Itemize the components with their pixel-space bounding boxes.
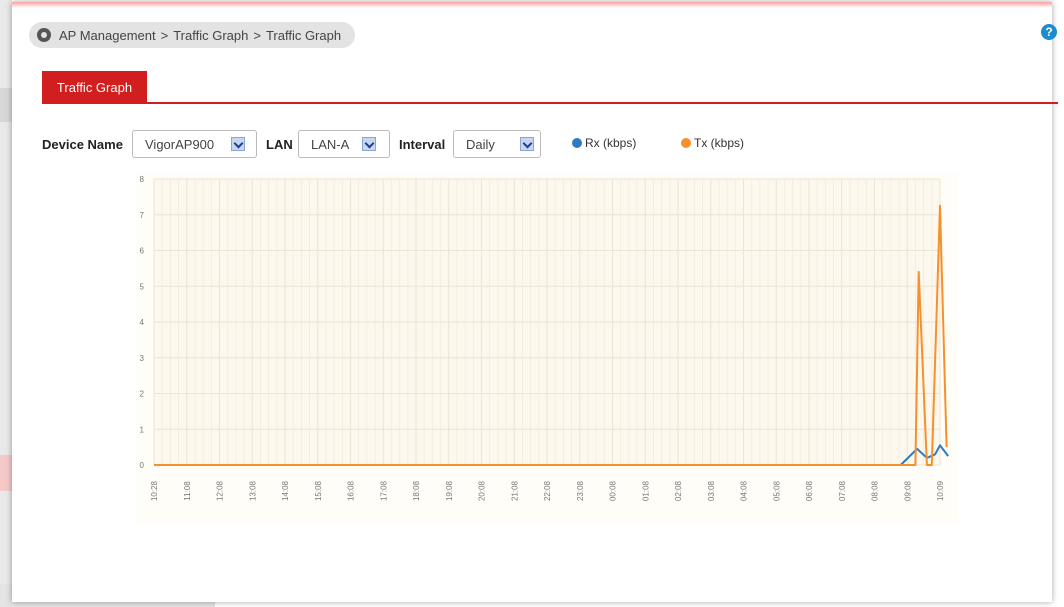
x-tick-label: 16:08 bbox=[347, 480, 356, 501]
y-tick-label: 0 bbox=[140, 461, 145, 470]
x-tick-label: 09:08 bbox=[903, 480, 912, 501]
y-tick-label: 1 bbox=[140, 425, 145, 434]
x-tick-label: 22:08 bbox=[543, 480, 552, 501]
x-tick-label: 15:08 bbox=[314, 480, 323, 501]
x-tick-label: 18:08 bbox=[412, 480, 421, 501]
background-band-highlight bbox=[0, 455, 12, 491]
x-tick-label: 23:08 bbox=[576, 480, 585, 501]
x-tick-label: 10:09 bbox=[936, 480, 945, 501]
y-tick-label: 6 bbox=[140, 247, 145, 256]
x-tick-label: 14:08 bbox=[281, 480, 290, 501]
background-sidebar bbox=[0, 0, 12, 607]
traffic-graph-panel: AP Management > Traffic Graph > Traffic … bbox=[12, 2, 1058, 602]
x-tick-label: 12:08 bbox=[216, 480, 225, 501]
y-tick-label: 3 bbox=[140, 354, 145, 363]
x-tick-label: 05:08 bbox=[772, 480, 781, 501]
x-tick-label: 11:08 bbox=[183, 481, 192, 501]
y-tick-label: 7 bbox=[140, 211, 145, 220]
x-tick-label: 07:08 bbox=[838, 480, 847, 501]
x-tick-label: 21:08 bbox=[510, 480, 519, 501]
y-tick-label: 4 bbox=[140, 318, 145, 327]
x-tick-label: 17:08 bbox=[379, 480, 388, 501]
x-tick-label: 19:08 bbox=[445, 480, 454, 501]
x-tick-label: 00:08 bbox=[609, 480, 618, 501]
x-tick-label: 13:08 bbox=[248, 480, 257, 501]
y-tick-label: 8 bbox=[140, 175, 145, 184]
background-band bbox=[0, 88, 12, 122]
x-tick-label: 08:08 bbox=[871, 480, 880, 501]
x-tick-label: 03:08 bbox=[707, 480, 716, 501]
x-tick-label: 01:08 bbox=[641, 480, 650, 501]
x-tick-label: 06:08 bbox=[805, 480, 814, 501]
traffic-line-chart: 0 1 2 3 4 5 6 7 8 10:28 11:08 12:08 13:08 14:08 15:08 1… bbox=[136, 173, 958, 523]
x-tick-label: 04:08 bbox=[740, 480, 749, 501]
x-tick-label: 02:08 bbox=[674, 480, 683, 501]
y-tick-label: 2 bbox=[140, 390, 145, 399]
x-tick-label: 20:08 bbox=[478, 480, 487, 501]
y-tick-label: 5 bbox=[140, 282, 145, 291]
x-tick-label: 10:28 bbox=[150, 480, 159, 501]
